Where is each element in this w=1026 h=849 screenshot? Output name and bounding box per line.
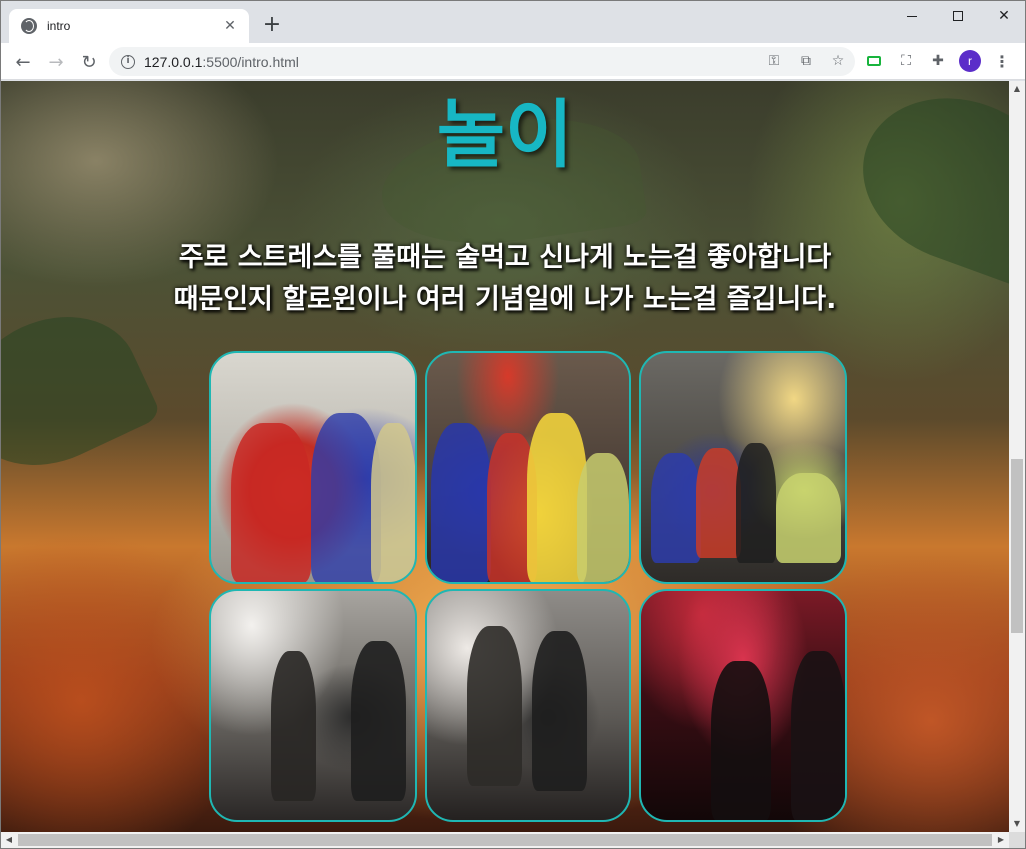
- person-figure: [711, 661, 771, 820]
- maximize-button[interactable]: [935, 1, 981, 31]
- vertical-scroll-thumb[interactable]: [1011, 459, 1023, 633]
- url-host: 127.0.0.1: [144, 53, 203, 70]
- scroll-down-icon[interactable]: ▼: [1009, 816, 1025, 832]
- gallery-photo: [209, 351, 417, 584]
- photo-gallery: [209, 351, 849, 822]
- media-cast-extension-icon[interactable]: [863, 49, 885, 73]
- page-viewport: 놀이 주로 스트레스를 풀때는 술먹고 신나게 노는걸 좋아합니다 때문인지 할…: [1, 81, 1009, 832]
- person-figure: [791, 651, 845, 820]
- profile-avatar[interactable]: r: [959, 50, 981, 72]
- vertical-scrollbar[interactable]: ▲ ▼: [1009, 81, 1025, 832]
- scroll-left-icon[interactable]: ◀: [1, 832, 17, 848]
- page-title: 놀이: [436, 92, 574, 178]
- person-figure: [532, 631, 587, 791]
- back-button[interactable]: ←: [9, 48, 37, 76]
- extensions-area: ⛶ ✚ r ⋮: [863, 49, 1013, 73]
- tab-strip: intro ✕ + ✕: [1, 1, 1025, 43]
- omnibox-actions: ⚿ ⧉ ☆: [765, 51, 847, 71]
- close-icon: ✕: [998, 8, 1010, 24]
- key-icon[interactable]: ⚿: [765, 51, 783, 71]
- person-figure: [431, 423, 491, 582]
- forward-button[interactable]: →: [42, 48, 70, 76]
- person-figure: [351, 641, 406, 801]
- arrow-right-icon: →: [48, 51, 64, 73]
- person-figure: [696, 448, 741, 558]
- person-figure: [776, 473, 841, 563]
- intro-text: 주로 스트레스를 풀때는 술먹고 신나게 노는걸 좋아합니다 때문인지 할로윈이…: [1, 237, 1009, 321]
- close-window-button[interactable]: ✕: [981, 1, 1026, 31]
- intro-line-2: 때문인지 할로윈이나 여러 기념일에 나가 노는걸 즐깁니다.: [173, 284, 837, 315]
- new-tab-button[interactable]: +: [260, 13, 284, 37]
- gallery-photo: [209, 589, 417, 822]
- bookmark-star-icon[interactable]: ☆: [829, 51, 847, 71]
- person-figure: [577, 453, 629, 582]
- gallery-photo: [425, 351, 631, 584]
- reload-icon: ↻: [81, 51, 97, 73]
- menu-kebab-icon[interactable]: ⋮: [991, 49, 1013, 73]
- site-info-icon[interactable]: i: [121, 54, 135, 69]
- browser-window: intro ✕ + ✕ ← → ↻ i 127.0.0.1:5500/intro…: [0, 0, 1026, 849]
- close-tab-icon[interactable]: ✕: [221, 18, 239, 34]
- person-figure: [467, 626, 522, 786]
- scrollbar-corner: [1009, 832, 1025, 848]
- screenshot-extension-icon[interactable]: ⛶: [895, 49, 917, 73]
- gallery-photo: [639, 589, 847, 822]
- globe-icon: [21, 18, 37, 34]
- arrow-left-icon: ←: [15, 51, 31, 73]
- scroll-up-icon[interactable]: ▲: [1009, 81, 1025, 97]
- person-figure: [231, 423, 311, 582]
- gallery-photo: [425, 589, 631, 822]
- person-figure: [271, 651, 316, 801]
- address-bar[interactable]: i 127.0.0.1:5500/intro.html ⚿ ⧉ ☆: [109, 47, 855, 76]
- url-path: :5500/intro.html: [202, 53, 299, 70]
- puzzle-extensions-icon[interactable]: ✚: [927, 49, 949, 73]
- scroll-right-icon[interactable]: ▶: [993, 832, 1009, 848]
- person-figure: [651, 453, 701, 563]
- minimize-button[interactable]: [889, 1, 935, 31]
- browser-toolbar: ← → ↻ i 127.0.0.1:5500/intro.html ⚿ ⧉ ☆ …: [1, 43, 1025, 80]
- translate-icon[interactable]: ⧉: [797, 51, 815, 71]
- horizontal-scroll-thumb[interactable]: [18, 834, 992, 846]
- intro-line-1: 주로 스트레스를 풀때는 술먹고 신나게 노는걸 좋아합니다: [178, 242, 832, 273]
- reload-button[interactable]: ↻: [75, 48, 103, 76]
- horizontal-scrollbar[interactable]: ◀ ▶: [1, 832, 1009, 848]
- person-figure: [371, 423, 415, 582]
- url-text: 127.0.0.1:5500/intro.html: [144, 54, 299, 70]
- maximize-icon: [953, 11, 963, 21]
- minimize-icon: [907, 15, 917, 17]
- browser-tab[interactable]: intro ✕: [9, 9, 249, 43]
- tab-title: intro: [47, 19, 71, 33]
- gallery-photo: [639, 351, 847, 584]
- person-figure: [736, 443, 776, 563]
